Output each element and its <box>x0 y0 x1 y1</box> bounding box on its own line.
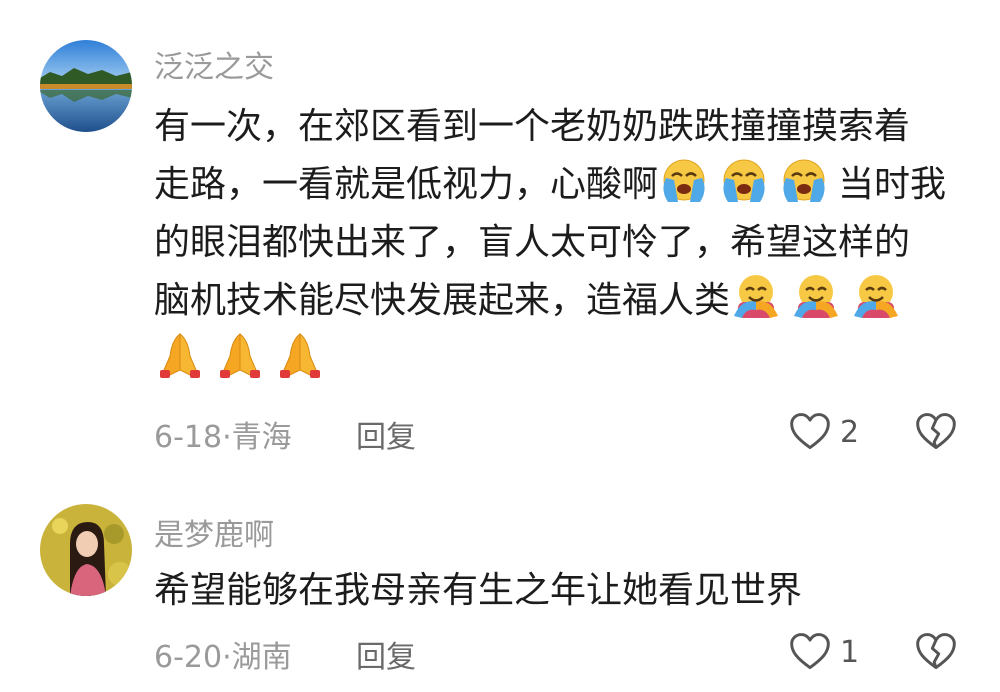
hugging-face-icon <box>730 272 782 320</box>
comment-text-line: 走路，一看就是低视力，心酸啊 当时我 <box>154 156 954 214</box>
dislike-button[interactable] <box>914 410 958 458</box>
like-button[interactable]: 1 <box>788 630 859 674</box>
comment-text-line: 的眼泪都快出来了，盲人太可怜了，希望这样的 <box>154 222 911 263</box>
comment-text: 希望能够在我母亲有生之年让她看见世界 <box>154 562 954 620</box>
folded-hands-icon <box>274 330 326 378</box>
folded-hands-icon <box>214 330 266 378</box>
comment-item: 是梦鹿啊 希望能够在我母亲有生之年让她看见世界 6-20·湖南 回复 1 <box>0 470 1000 692</box>
reply-button[interactable]: 回复 <box>356 412 416 456</box>
comment-text-segment: 走路，一看就是低视力，心酸啊 <box>154 164 659 205</box>
comment-item: 泛泛之交 有一次，在郊区看到一个老奶奶跌跌撞撞摸索着 走路，一看就是低视力，心酸… <box>0 0 1000 470</box>
lake-landscape-avatar-icon <box>40 40 132 132</box>
comment-text-segment: 脑机技术能尽快发展起来，造福人类 <box>154 280 731 321</box>
broken-heart-icon <box>914 410 958 454</box>
date-location: 6-20·湖南 <box>154 640 292 675</box>
username[interactable]: 是梦鹿啊 <box>154 510 274 554</box>
loudly-crying-face-icon <box>658 156 710 204</box>
date-location: 6-18·青海 <box>154 420 292 455</box>
comment-text: 有一次，在郊区看到一个老奶奶跌跌撞撞摸索着 走路，一看就是低视力，心酸啊 当时我 … <box>154 98 954 388</box>
comment-text-line: 有一次，在郊区看到一个老奶奶跌跌撞撞摸索着 <box>154 106 911 147</box>
username[interactable]: 泛泛之交 <box>154 42 274 86</box>
hugging-face-icon <box>790 272 842 320</box>
reply-button[interactable]: 回复 <box>356 632 416 676</box>
folded-hands-icon <box>154 330 206 378</box>
broken-heart-icon <box>914 630 958 674</box>
dislike-button[interactable] <box>914 630 958 678</box>
loudly-crying-face-icon <box>718 156 770 204</box>
comment-text-line <box>154 330 954 388</box>
comment-text-segment: 当时我 <box>838 164 947 205</box>
loudly-crying-face-icon <box>778 156 830 204</box>
avatar[interactable] <box>40 40 132 132</box>
heart-icon <box>788 410 832 454</box>
avatar[interactable] <box>40 504 132 596</box>
comment-text-line: 希望能够在我母亲有生之年让她看见世界 <box>154 570 803 611</box>
heart-icon <box>788 630 832 674</box>
hugging-face-icon <box>850 272 902 320</box>
comment-text-line: 脑机技术能尽快发展起来，造福人类 <box>154 272 954 330</box>
portrait-avatar-icon <box>40 504 132 596</box>
like-count: 1 <box>840 634 860 670</box>
like-count: 2 <box>840 414 860 450</box>
like-button[interactable]: 2 <box>788 410 859 454</box>
